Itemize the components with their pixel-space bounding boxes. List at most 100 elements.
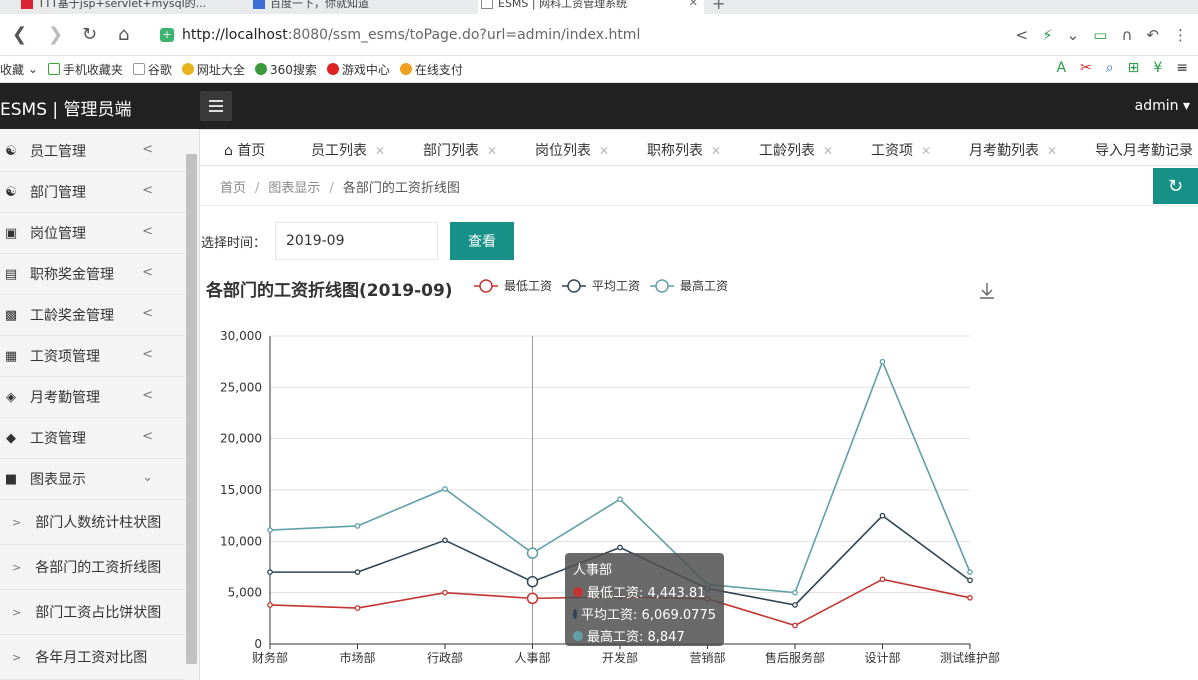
legend-marker bbox=[655, 279, 669, 293]
close-icon[interactable]: ✕ bbox=[487, 144, 497, 158]
sidebar-item-salary-item[interactable]: ▦ 工资项管理 < bbox=[0, 336, 185, 377]
sitemap-icon: ☯ bbox=[5, 184, 17, 200]
search-icon bbox=[254, 63, 267, 75]
more-icon[interactable]: ⋮ bbox=[1173, 26, 1188, 44]
scissors-icon[interactable]: ✂ bbox=[1080, 60, 1092, 76]
chevron-down-icon[interactable]: ⌄ bbox=[1067, 26, 1080, 44]
data-point bbox=[879, 576, 886, 583]
browser-tab[interactable]: TTT基于jsp+servlet+mysql的... bbox=[18, 0, 240, 14]
sidebar-item-seniority-bonus[interactable]: ▩ 工龄奖金管理 < bbox=[0, 295, 185, 336]
share-icon[interactable]: < bbox=[1016, 26, 1029, 44]
yen-icon[interactable]: ¥ bbox=[1153, 60, 1162, 76]
back-icon[interactable]: ❮ bbox=[12, 24, 27, 45]
sidebar-item-charts[interactable]: ■ 图表显示 ⌄ bbox=[0, 459, 185, 500]
bookmark-360[interactable]: 360搜索 bbox=[254, 61, 317, 78]
browser-tab[interactable]: 百度一下，你就知道 bbox=[250, 0, 470, 14]
x-axis: 财务部 市场部 行政部 人事部 开发部 营销部 售后服务部 设计部 测试维护部 bbox=[252, 643, 1000, 665]
search-icon[interactable]: ⌕ bbox=[1106, 60, 1114, 76]
browser-tab-active[interactable]: ESMS | 网科工资管理系统 ✕ bbox=[478, 0, 704, 14]
bookmark-games[interactable]: 游戏中心 bbox=[326, 61, 390, 78]
sidebar-subitem-label: 部门人数统计柱状图 bbox=[35, 515, 162, 531]
close-icon[interactable]: ✕ bbox=[375, 144, 385, 158]
new-tab-icon[interactable]: + bbox=[712, 0, 725, 13]
tab-department-list[interactable]: 部门列表 ✕ bbox=[423, 140, 497, 160]
user-menu[interactable]: admin ▾ bbox=[1135, 98, 1190, 114]
reload-icon[interactable]: ↻ bbox=[82, 24, 97, 45]
bookmark-pay[interactable]: 在线支付 bbox=[399, 61, 463, 78]
legend-label: 平均工资 bbox=[592, 279, 640, 293]
close-icon[interactable]: ✕ bbox=[711, 144, 721, 158]
bookmark-hao[interactable]: 网址大全 bbox=[181, 61, 245, 78]
close-icon[interactable]: ✕ bbox=[599, 144, 609, 158]
chevron-left-icon: < bbox=[142, 306, 153, 321]
url-field[interactable]: + http://localhost:8080/ssm_esms/toPage.… bbox=[160, 21, 1000, 49]
tab-attendance-list[interactable]: 月考勤列表 ✕ bbox=[969, 140, 1057, 160]
download-icon[interactable] bbox=[980, 283, 994, 299]
series-dot-icon bbox=[573, 586, 583, 597]
gamepad-icon[interactable]: ⊞ bbox=[1128, 60, 1140, 76]
translate-icon[interactable]: A bbox=[1056, 60, 1066, 76]
breadcrumb-section[interactable]: 图表显示 bbox=[268, 181, 320, 196]
sidebar-subitem-yearly-compare[interactable]: > 各年月工资对比图 bbox=[0, 635, 185, 680]
sidebar-subitem-dept-salary-pie[interactable]: > 部门工资占比饼状图 bbox=[0, 590, 185, 635]
chevron-right-icon: > bbox=[12, 515, 22, 529]
browser-tab-label: TTT基于jsp+servlet+mysql的... bbox=[38, 0, 207, 10]
tab-import-attendance[interactable]: 导入月考勤记录 bbox=[1095, 140, 1193, 160]
close-icon[interactable]: ✕ bbox=[921, 144, 931, 158]
chevron-right-icon: > bbox=[12, 650, 22, 664]
x-tick-label: 设计部 bbox=[864, 650, 900, 665]
data-point bbox=[879, 358, 886, 365]
close-tab-icon[interactable]: ✕ bbox=[689, 0, 698, 8]
sidebar-subitem-dept-count[interactable]: > 部门人数统计柱状图 bbox=[0, 500, 185, 545]
bookmark-mobile[interactable]: 手机收藏夹 bbox=[47, 61, 123, 78]
home-icon[interactable]: ⌂ bbox=[118, 24, 129, 45]
data-point bbox=[967, 569, 973, 575]
layers-icon: ◈ bbox=[6, 389, 16, 405]
browser-tab-bar: TTT基于jsp+servlet+mysql的... 百度一下，你就知道 ESM… bbox=[0, 0, 1198, 14]
headphones-icon[interactable]: ∩ bbox=[1121, 26, 1132, 44]
menu-toggle-button[interactable] bbox=[200, 91, 232, 121]
sidebar-item-label: 工资管理 bbox=[30, 431, 86, 447]
battery-icon[interactable]: ▭ bbox=[1093, 26, 1107, 44]
sidebar-scrollbar[interactable] bbox=[186, 154, 197, 664]
tab-salary-item[interactable]: 工资项 ✕ bbox=[871, 140, 931, 160]
sidebar-item-label: 职称奖金管理 bbox=[30, 267, 114, 283]
sidebar-item-department[interactable]: ☯ 部门管理 < bbox=[0, 172, 185, 213]
page-favicon-icon bbox=[481, 0, 493, 9]
view-button[interactable]: 查看 bbox=[450, 222, 514, 260]
refresh-button[interactable]: ↻ bbox=[1153, 168, 1198, 204]
sidebar-item-employee[interactable]: ☯ 员工管理 < bbox=[0, 131, 185, 172]
sidebar: ☯ 员工管理 < ☯ 部门管理 < ▣ 岗位管理 < ▤ 职称奖金管理 < ▩ … bbox=[0, 129, 200, 680]
sidebar-item-position[interactable]: ▣ 岗位管理 < bbox=[0, 213, 185, 254]
close-icon[interactable]: ✕ bbox=[823, 144, 833, 158]
chevron-right-icon: > bbox=[12, 560, 22, 574]
y-axis: 0 5,000 10,000 15,000 20,000 25,000 30,000 bbox=[220, 329, 271, 651]
sidebar-item-label: 岗位管理 bbox=[30, 226, 86, 242]
building-icon: ▦ bbox=[4, 348, 18, 364]
data-point bbox=[526, 575, 539, 588]
page-favicon-icon bbox=[21, 0, 33, 9]
tab-position-list[interactable]: 岗位列表 ✕ bbox=[535, 140, 609, 160]
tab-seniority-list[interactable]: 工龄列表 ✕ bbox=[759, 140, 833, 160]
sidebar-item-title-bonus[interactable]: ▤ 职称奖金管理 < bbox=[0, 254, 185, 295]
undo-icon[interactable]: ↶ bbox=[1146, 26, 1159, 44]
tab-employee-list[interactable]: 员工列表 ✕ bbox=[311, 140, 385, 160]
lightning-icon[interactable]: ⚡ bbox=[1042, 26, 1053, 44]
tab-home[interactable]: ⌂ 首页 bbox=[224, 140, 265, 160]
breadcrumb-home[interactable]: 首页 bbox=[220, 181, 246, 196]
industry-icon: ▩ bbox=[4, 307, 18, 323]
sidebar-subitem-dept-salary-line[interactable]: > 各部门的工资折线图 bbox=[0, 545, 185, 590]
tab-title-list[interactable]: 职称列表 ✕ bbox=[647, 140, 721, 160]
month-input[interactable] bbox=[275, 222, 438, 260]
data-point bbox=[354, 605, 361, 611]
menu-icon[interactable]: ≡ bbox=[1176, 60, 1188, 76]
book-icon: ■ bbox=[4, 471, 18, 487]
close-icon[interactable]: ✕ bbox=[1047, 144, 1057, 158]
bookmark-favorites[interactable]: 收藏 ⌄ bbox=[0, 61, 38, 78]
brand-title: ESMS | 管理员端 bbox=[0, 100, 132, 120]
tooltip-row: 最高工资: 8,847 bbox=[573, 626, 716, 645]
forward-icon[interactable]: ❯ bbox=[48, 24, 63, 45]
sidebar-item-attendance[interactable]: ◈ 月考勤管理 < bbox=[0, 377, 185, 418]
bookmark-google[interactable]: 谷歌 bbox=[132, 61, 172, 78]
sidebar-item-salary[interactable]: ◆ 工资管理 < bbox=[0, 418, 185, 459]
